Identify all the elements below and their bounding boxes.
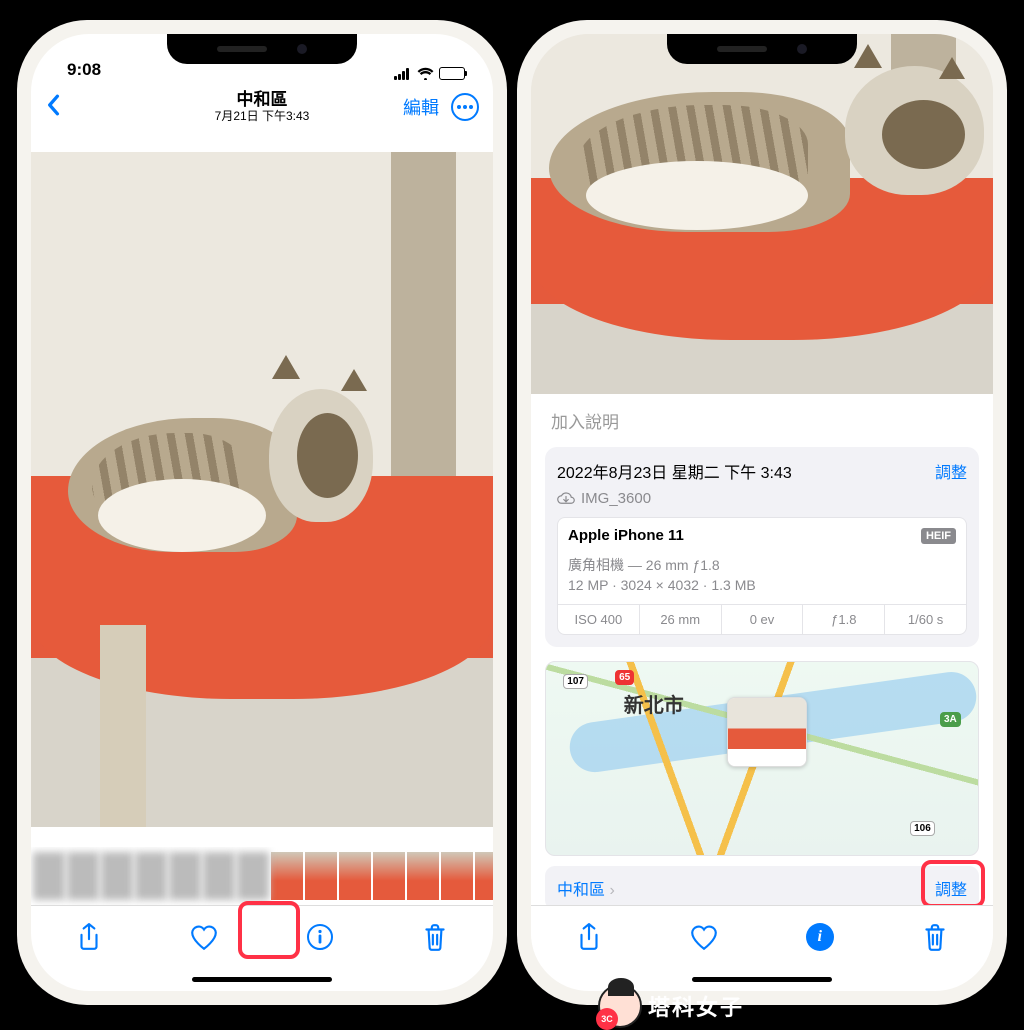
- exif-shutter: 1/60 s: [885, 605, 966, 634]
- status-time: 9:08: [67, 60, 101, 80]
- icloud-icon: [557, 489, 575, 507]
- exif-aperture: ƒ1.8: [803, 605, 885, 634]
- photo-content: [31, 152, 493, 827]
- notch: [667, 34, 857, 64]
- phone-frame-right: 加入說明 2022年8月23日 星期二 下午 3:43 調整 IMG_3600 …: [517, 20, 1007, 1005]
- nav-header: 中和區 7月21日 下午3:43 編輯: [31, 82, 493, 132]
- share-button[interactable]: [574, 922, 604, 952]
- specs-info: 12 MP · 3024 × 4032 · 1.3 MB: [568, 576, 956, 596]
- route-shield: 3A: [940, 712, 961, 727]
- info-button-active[interactable]: i: [805, 922, 835, 952]
- watermark-text: 塔科女子: [648, 990, 744, 1022]
- adjust-datetime-button[interactable]: 調整: [935, 459, 967, 483]
- edit-button[interactable]: 編輯: [403, 94, 439, 120]
- bottom-toolbar: i: [531, 905, 993, 967]
- exif-focal: 26 mm: [640, 605, 722, 634]
- info-sheet[interactable]: 加入說明 2022年8月23日 星期二 下午 3:43 調整 IMG_3600 …: [531, 394, 993, 905]
- camera-info-box: Apple iPhone 11 HEIF 廣角相機 — 26 mm ƒ1.8 1…: [557, 517, 967, 635]
- info-button[interactable]: [305, 922, 335, 952]
- location-link[interactable]: 中和區 ›: [557, 876, 615, 900]
- exif-ev: 0 ev: [722, 605, 804, 634]
- route-shield: 65: [615, 670, 634, 685]
- wifi-icon: [417, 67, 434, 80]
- share-button[interactable]: [74, 922, 104, 952]
- watermark: 3C 塔科女子: [598, 984, 744, 1028]
- adjust-location-button[interactable]: 調整: [935, 876, 967, 900]
- photo-datetime: 2022年8月23日 星期二 下午 3:43: [557, 459, 792, 483]
- bottom-toolbar: [31, 905, 493, 967]
- cellular-icon: [394, 68, 412, 80]
- trash-button[interactable]: [420, 922, 450, 952]
- metadata-card: 2022年8月23日 星期二 下午 3:43 調整 IMG_3600 Apple…: [545, 447, 979, 647]
- back-button[interactable]: [45, 92, 61, 123]
- location-map[interactable]: 新北市 107 65 3A 106: [545, 661, 979, 856]
- route-shield: 106: [910, 821, 935, 836]
- map-city-label: 新北市: [624, 689, 684, 718]
- notch: [167, 34, 357, 64]
- filename: IMG_3600: [581, 490, 651, 507]
- route-shield: 107: [563, 674, 588, 689]
- thumbnail-strip[interactable]: [31, 847, 493, 905]
- photo-preview[interactable]: [531, 34, 993, 394]
- photo-pin: [727, 697, 807, 767]
- photo-viewer[interactable]: [31, 132, 493, 847]
- lens-info: 廣角相機 — 26 mm ƒ1.8: [568, 556, 956, 576]
- favorite-button[interactable]: [689, 922, 719, 952]
- exif-row: ISO 400 26 mm 0 ev ƒ1.8 1/60 s: [558, 604, 966, 634]
- trash-button[interactable]: [920, 922, 950, 952]
- phone-frame-left: 9:08 中和區 7月21日 下午3:43 編輯: [17, 20, 507, 1005]
- caption-input[interactable]: 加入說明: [545, 394, 979, 447]
- favorite-button[interactable]: [189, 922, 219, 952]
- home-indicator[interactable]: [31, 967, 493, 991]
- device-name: Apple iPhone 11: [568, 527, 684, 544]
- battery-icon: [439, 67, 465, 80]
- exif-iso: ISO 400: [558, 605, 640, 634]
- more-button[interactable]: [451, 93, 479, 121]
- location-footer: 中和區 › 調整: [545, 866, 979, 905]
- format-badge: HEIF: [921, 528, 956, 544]
